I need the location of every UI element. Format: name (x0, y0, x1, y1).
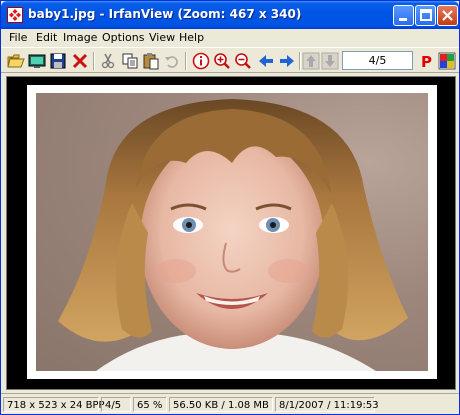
image-viewport[interactable] (6, 76, 456, 390)
status-bar: 718 x 523 x 24 BPP 4/5 65 % 56.50 KB / 1… (1, 393, 459, 414)
toolbar-separator (185, 52, 187, 70)
undo-icon[interactable] (163, 52, 181, 70)
menu-options[interactable]: Options (102, 31, 144, 44)
print-p-icon[interactable]: P (418, 52, 436, 70)
previous-arrow-icon[interactable] (257, 52, 275, 70)
status-index: 4/5 (101, 397, 131, 412)
slideshow-icon[interactable] (28, 52, 46, 70)
menu-view[interactable]: View (149, 31, 175, 44)
toolbar-separator (299, 52, 301, 70)
irfanview-window: baby1.jpg - IrfanView (Zoom: 467 x 340) … (0, 0, 460, 415)
irfanview-app-icon[interactable] (7, 7, 23, 23)
menu-image[interactable]: Image (63, 31, 97, 44)
close-button[interactable] (437, 5, 458, 26)
color-palette-icon[interactable] (438, 52, 456, 70)
status-zoom: 65 % (133, 397, 167, 412)
maximize-button[interactable] (415, 5, 436, 26)
menu-bar: File Edit Image Options View Help (1, 29, 459, 47)
delete-icon[interactable] (71, 52, 89, 70)
save-icon[interactable] (49, 52, 67, 70)
next-arrow-icon[interactable] (278, 52, 296, 70)
paste-icon[interactable] (142, 52, 160, 70)
copy-icon[interactable] (121, 52, 139, 70)
menu-edit[interactable]: Edit (36, 31, 57, 44)
window-title: baby1.jpg - IrfanView (Zoom: 467 x 340) (28, 7, 302, 21)
minimize-button[interactable] (393, 5, 414, 26)
info-icon[interactable] (192, 52, 210, 70)
menu-help[interactable]: Help (179, 31, 204, 44)
page-indicator-field[interactable]: 4/5 (342, 51, 413, 70)
down-arrow-icon[interactable] (321, 52, 339, 70)
title-bar[interactable]: baby1.jpg - IrfanView (Zoom: 467 x 340) (1, 1, 459, 29)
toolbar: 4/5 P (1, 47, 459, 73)
status-file-size: 56.50 KB / 1.08 MB (169, 397, 273, 412)
open-folder-icon[interactable] (7, 52, 25, 70)
svg-text:P: P (421, 53, 432, 70)
menu-file[interactable]: File (9, 31, 27, 44)
status-datetime: 8/1/2007 / 11:19:53 (275, 397, 379, 412)
up-arrow-icon[interactable] (302, 52, 320, 70)
photo-image[interactable] (36, 93, 428, 371)
photo-frame (27, 85, 437, 379)
status-dimensions: 718 x 523 x 24 BPP (3, 397, 105, 412)
zoom-out-icon[interactable] (234, 52, 252, 70)
zoom-in-icon[interactable] (213, 52, 231, 70)
cut-icon[interactable] (99, 52, 117, 70)
toolbar-separator (93, 52, 95, 70)
